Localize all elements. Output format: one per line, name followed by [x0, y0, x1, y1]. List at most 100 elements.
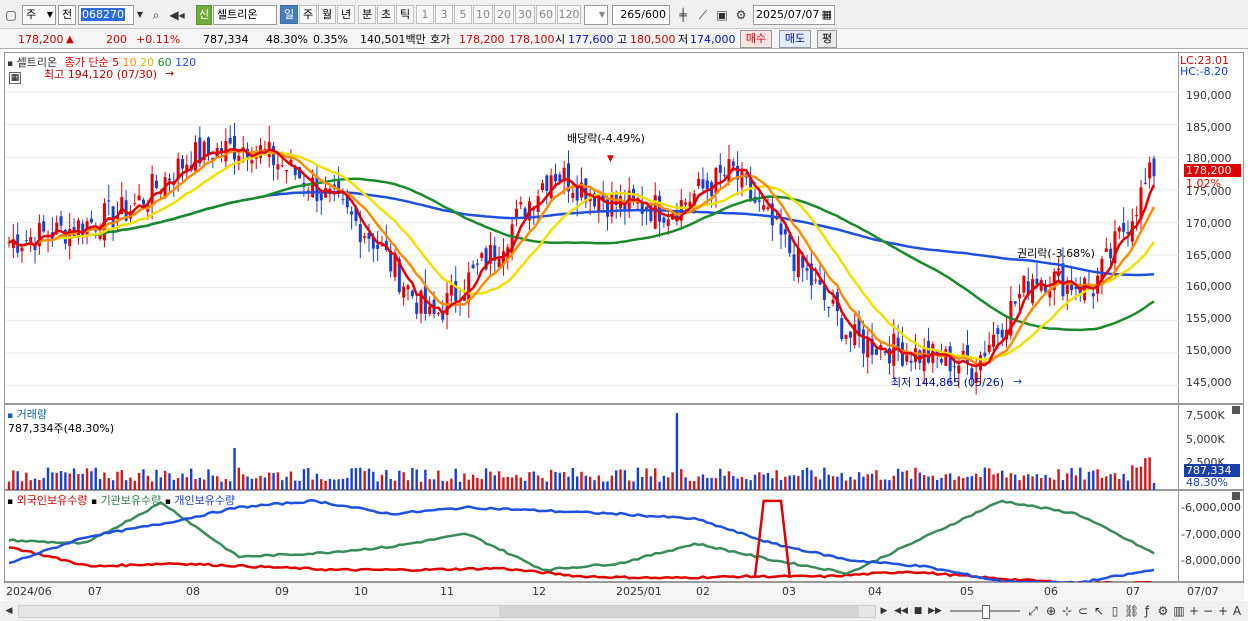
volume-bar	[614, 470, 618, 491]
current-price: 178,200	[18, 33, 64, 46]
volume-bar	[1096, 469, 1099, 491]
minus-icon[interactable]: −	[1202, 601, 1214, 621]
interval-button[interactable]: 5	[454, 5, 472, 24]
zoom-slider-handle[interactable]	[982, 605, 990, 619]
settings-icon[interactable]: ⚙	[1156, 601, 1170, 621]
volume-bar	[272, 473, 275, 491]
interval-button[interactable]: 20	[494, 5, 514, 24]
volume-bar	[857, 472, 861, 491]
fx-icon[interactable]: ƒ	[1140, 601, 1154, 621]
chart-type-icon[interactable]: ╪	[674, 5, 692, 25]
candle-body	[571, 192, 575, 198]
prev-button[interactable]: 전	[58, 5, 76, 25]
volume-bar	[801, 470, 804, 491]
scroll-thumb[interactable]	[499, 606, 859, 617]
table-icon[interactable]: ▦	[9, 72, 21, 84]
volume-bar	[528, 472, 531, 491]
rewind-icon[interactable]: ◀◀	[894, 601, 908, 621]
candle-body	[740, 168, 744, 188]
volume-bar	[233, 447, 236, 491]
candle-body	[887, 348, 891, 364]
buy-button[interactable]: 매수	[740, 30, 772, 48]
period-week-button[interactable]: 주	[299, 5, 317, 24]
candle-body	[1091, 293, 1095, 297]
x-tick: 08	[186, 585, 200, 598]
interval-input[interactable]: ▼	[584, 5, 608, 25]
period-year-button[interactable]: 년	[337, 5, 355, 24]
crosshair-icon[interactable]: ⊹	[1060, 601, 1074, 621]
interval-button[interactable]: 3	[435, 5, 453, 24]
volume-bar	[922, 475, 926, 491]
volume-bar	[207, 469, 210, 491]
holders-tick: -7,000,000	[1181, 528, 1241, 541]
scroll-left-icon[interactable]: ◀	[2, 601, 16, 621]
volume-pane[interactable]: ▪ 거래량 787,334주(48.30%)	[4, 404, 1179, 491]
period-minute-button[interactable]: 분	[358, 5, 376, 24]
add-icon[interactable]: +	[1216, 601, 1230, 621]
stock-name-field[interactable]: 셀트리온	[213, 5, 277, 25]
collapse-icon[interactable]	[1232, 492, 1240, 500]
volume-value: 787,334	[203, 33, 249, 46]
interval-button[interactable]: 120	[557, 5, 581, 24]
draw-line-icon[interactable]: ⟋	[694, 5, 712, 25]
period-day-button[interactable]: 일	[280, 5, 298, 24]
bar-count-field[interactable]: 265/600	[612, 5, 670, 25]
scroll-right-icon[interactable]: ▶	[878, 601, 890, 621]
stock-code-input[interactable]: 068270	[78, 5, 134, 25]
volume-bar	[983, 467, 987, 491]
price-pane[interactable]: → → ▼ ▼ ▪ 셀트리온 종가 단순 5 10 20 60 120 최고 194,…	[4, 52, 1180, 404]
font-icon[interactable]: A	[1230, 601, 1244, 621]
speaker-icon[interactable]: ◀◂	[166, 5, 188, 25]
collapse-icon[interactable]	[1232, 406, 1240, 414]
candle-body	[319, 193, 323, 201]
eval-button[interactable]: 평	[817, 30, 837, 48]
period-second-button[interactable]: 초	[377, 5, 395, 24]
volume-bar	[532, 471, 535, 491]
gear-icon[interactable]: ⚙	[732, 5, 750, 25]
volume-bar	[775, 470, 778, 491]
scroll-track[interactable]	[18, 605, 876, 618]
volume-bar	[1070, 467, 1073, 491]
interval-button[interactable]: 1	[416, 5, 434, 24]
window-icon[interactable]: ▢	[3, 5, 19, 25]
period-tick-button[interactable]: 틱	[396, 5, 414, 24]
interval-button[interactable]: 30	[515, 5, 535, 24]
volume-bar	[1139, 466, 1143, 491]
holders-pane[interactable]: ▪ 외국인보유수량 ▪ 기관보유수량 ▪ 개인보유수량	[4, 490, 1179, 586]
layers-icon[interactable]: ▥	[1172, 601, 1186, 621]
high-annotation: 최고 194,120 (07/30)	[44, 68, 158, 81]
candle-body	[549, 175, 553, 198]
date-field[interactable]: 2025/07/07 ▦	[753, 5, 835, 25]
volume-bar	[662, 475, 666, 491]
candle-body	[107, 200, 111, 202]
volume-bar	[831, 476, 835, 491]
fit-icon[interactable]: ⤢	[1026, 601, 1040, 621]
magnet-icon[interactable]: ⊂	[1076, 601, 1090, 621]
pointer-icon[interactable]: ↖	[1092, 601, 1106, 621]
candle-body	[1143, 182, 1147, 184]
zoom-in-icon[interactable]: ⊕	[1044, 601, 1058, 621]
save-icon[interactable]: ▣	[714, 5, 730, 25]
candle-body	[727, 159, 731, 182]
link-icon[interactable]: ⛓	[1124, 601, 1139, 621]
lock-icon[interactable]: ▯	[1108, 601, 1122, 621]
chevron-down-icon[interactable]: ▼	[134, 5, 146, 25]
volume-bar	[103, 472, 106, 491]
period-month-button[interactable]: 월	[318, 5, 336, 24]
plus-icon[interactable]: +	[1188, 601, 1200, 621]
candle-body	[137, 195, 141, 201]
interval-button[interactable]: 60	[536, 5, 556, 24]
forward-icon[interactable]: ▶▶	[928, 601, 942, 621]
volume-bar	[506, 476, 509, 491]
stop-icon[interactable]: ■	[912, 601, 924, 621]
volume-bar	[948, 473, 952, 491]
sell-button[interactable]: 매도	[779, 30, 811, 48]
legend-institution: 기관보유수량	[100, 494, 162, 507]
price-change: 200	[106, 33, 127, 46]
candle-body	[992, 334, 996, 347]
interval-button[interactable]: 10	[473, 5, 493, 24]
volume-bar	[905, 470, 908, 491]
search-icon[interactable]: ⌕	[148, 5, 164, 25]
market-select[interactable]: 주 ▼	[22, 5, 56, 25]
volume-bar	[1144, 458, 1147, 491]
